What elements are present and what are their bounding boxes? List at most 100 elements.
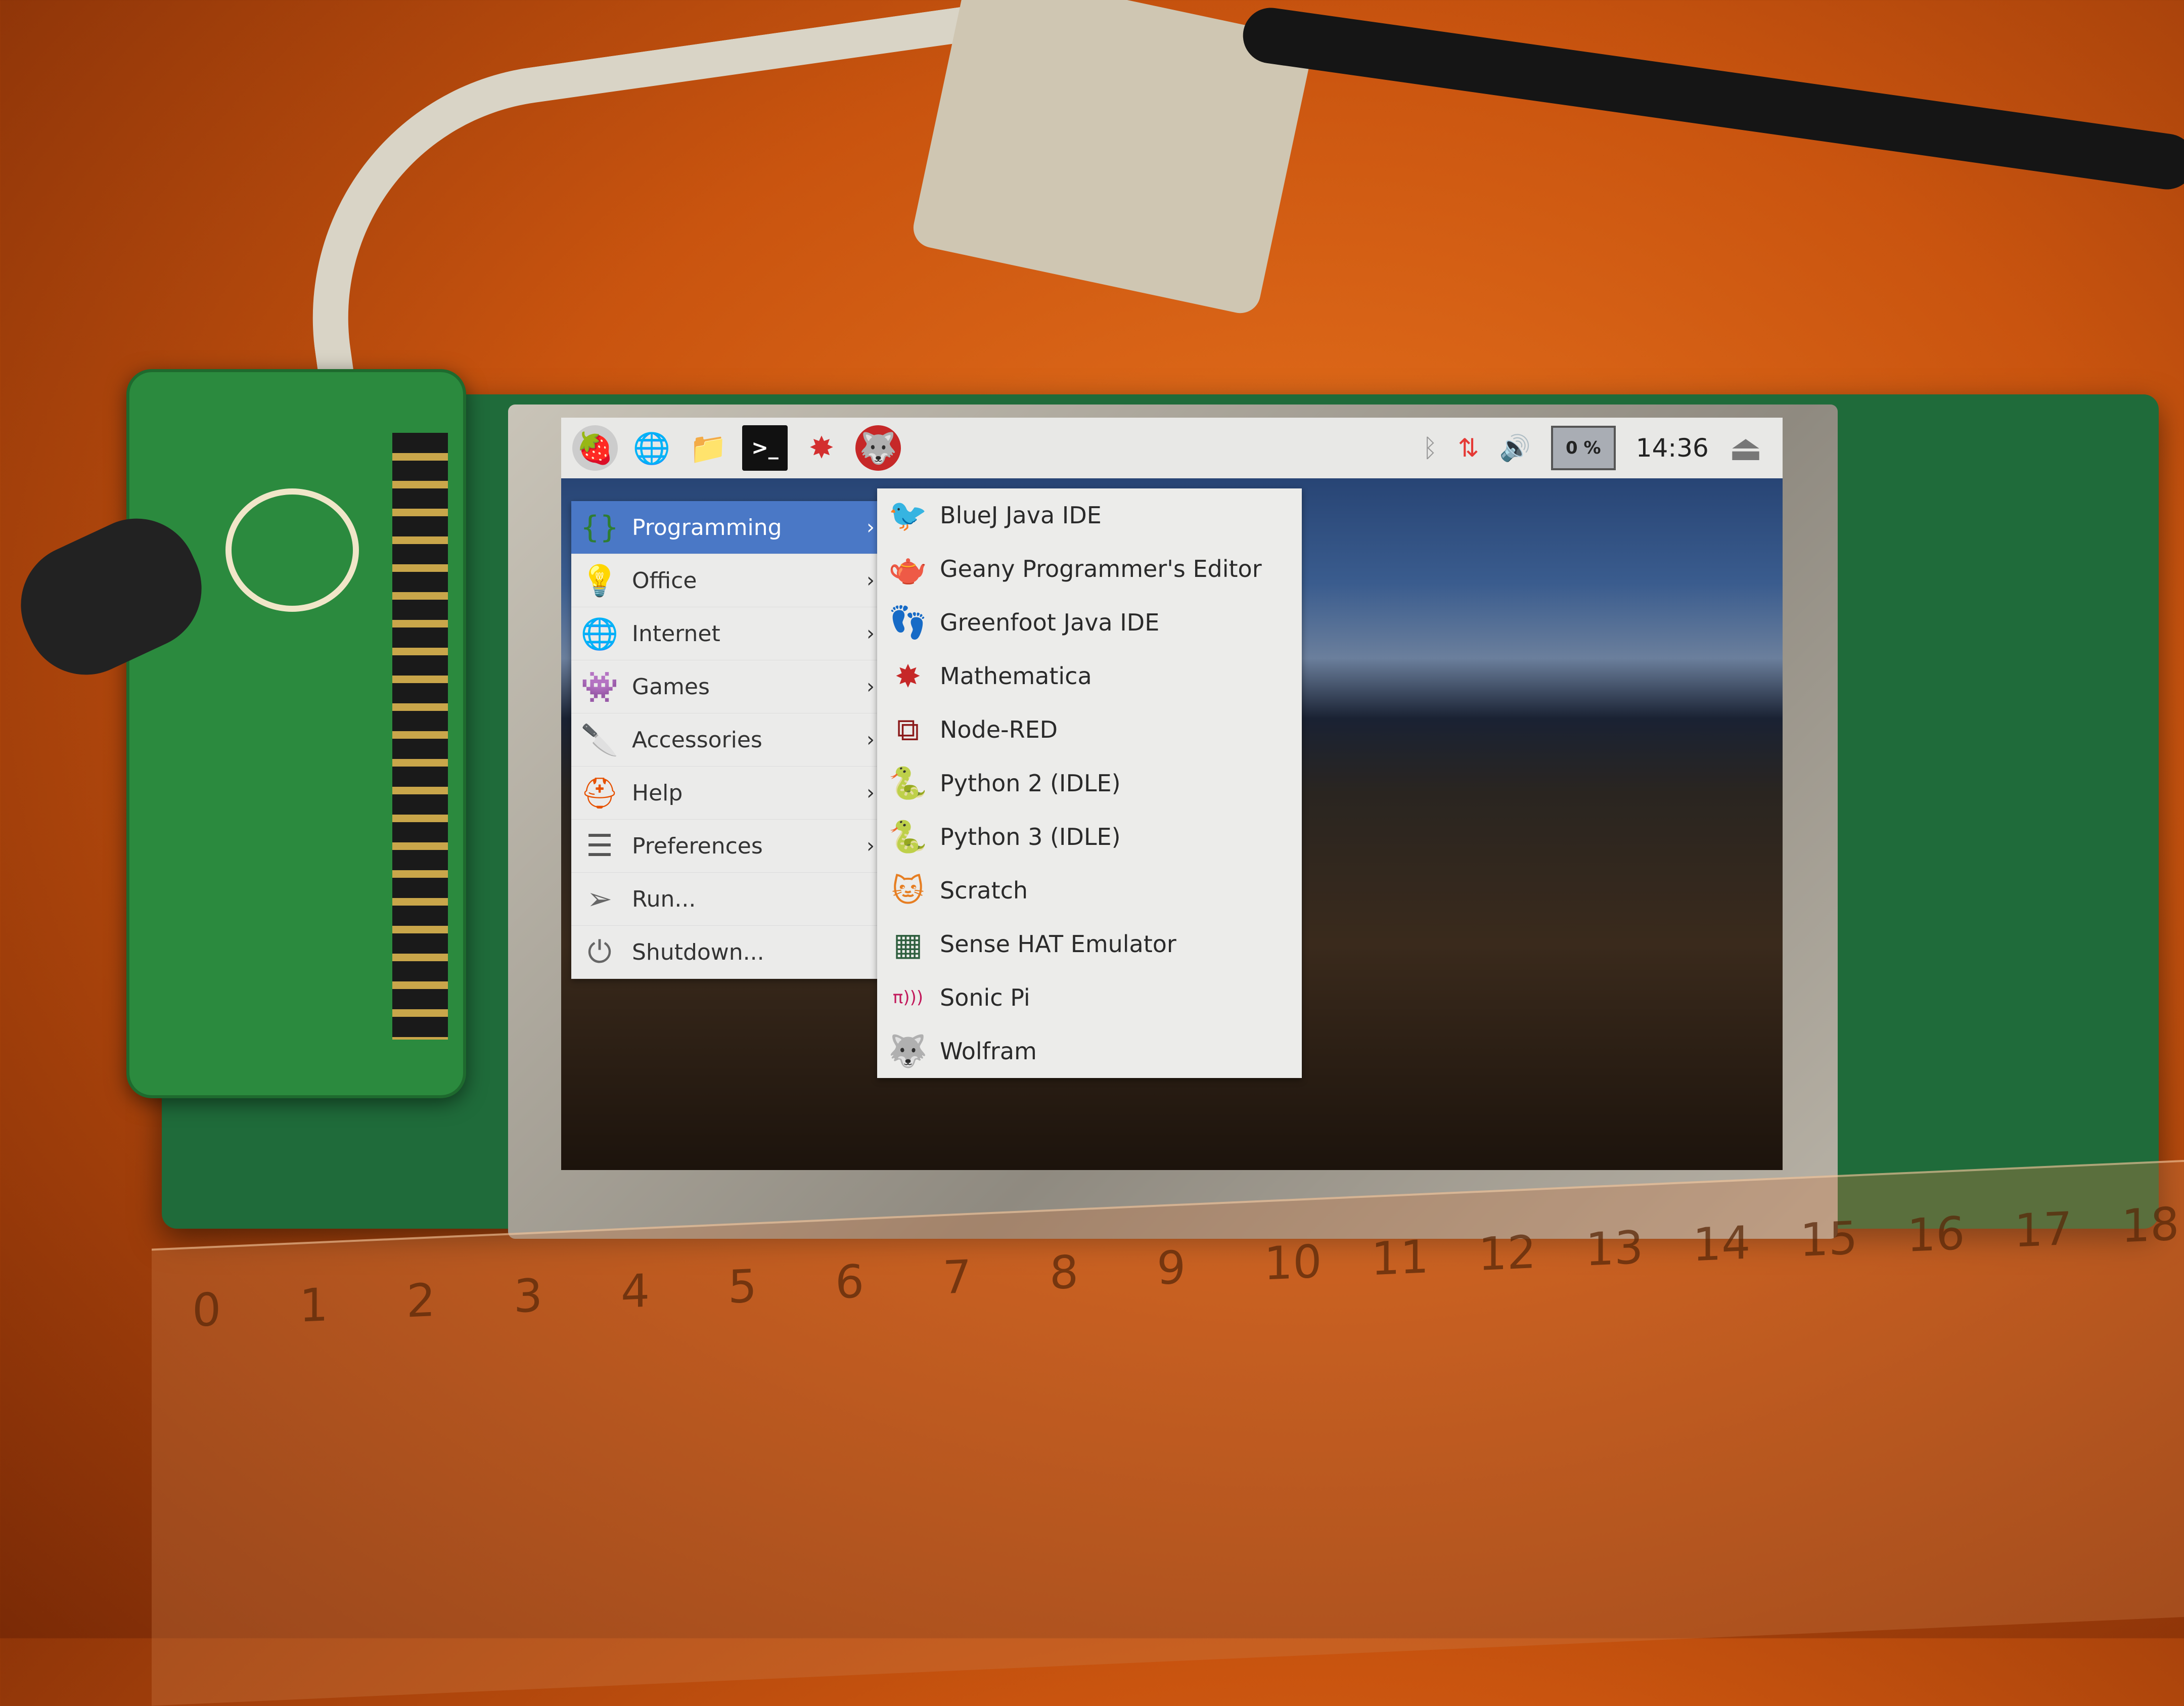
menu-item-label: Preferences — [632, 833, 763, 859]
mathematica-icon[interactable]: ✸ — [799, 425, 844, 471]
submenu-item-label: Wolfram — [940, 1038, 1037, 1065]
sonic-pi-icon: π))) — [892, 987, 924, 1008]
lcd-screen: 🍓 🌐 📁 >_ ✸ 🐺 ᛒ ⇅ 🔊 0 % 14:36 ⏏ {} Program… — [561, 418, 1783, 1170]
submenu-item-label: Python 2 (IDLE) — [940, 770, 1121, 797]
menu-item-accessories[interactable]: 🔪 Accessories › — [571, 713, 885, 767]
submenu-item-label: Node-RED — [940, 716, 1058, 743]
submenu-item-label: Mathematica — [940, 662, 1092, 690]
bluej-icon: 🐦 — [888, 497, 928, 533]
programming-submenu: 🐦 BlueJ Java IDE 🫖 Geany Programmer's Edito… — [877, 488, 1302, 1078]
submenu-item[interactable]: 👣 Greenfoot Java IDE — [877, 596, 1302, 649]
network-disconnected-icon[interactable]: ⇅ — [1458, 433, 1479, 463]
web-browser-icon[interactable]: 🌐 — [629, 425, 674, 471]
menu-item-run[interactable]: ➢ Run... — [571, 873, 885, 926]
menu-item-programming[interactable]: {} Programming › — [571, 501, 885, 554]
black-cable — [1239, 4, 2184, 193]
chevron-right-icon: › — [867, 569, 875, 592]
ruler-tick-label: 7 — [942, 1250, 972, 1305]
submenu-item[interactable]: 🐍 Python 3 (IDLE) — [877, 810, 1302, 864]
scratch-cat-icon: 🐱 — [891, 872, 925, 909]
ruler-tick-label: 15 — [1800, 1211, 1858, 1268]
globe-icon: 🌐 — [580, 616, 619, 652]
menu-item-label: Internet — [632, 620, 720, 647]
menu-item-label: Help — [632, 780, 683, 806]
menu-item-label: Run... — [632, 886, 696, 912]
submenu-item[interactable]: π))) Sonic Pi — [877, 971, 1302, 1024]
ruler-tick-label: 16 — [1907, 1206, 1965, 1263]
ruler-tick-label: 9 — [1157, 1241, 1186, 1295]
main-menu: {} Programming › 💡 Office › 🌐 Internet › 👾 Games › 🔪… — [571, 501, 885, 979]
submenu-item-label: Scratch — [940, 877, 1028, 904]
lifebuoy-icon: ⛑ — [580, 775, 619, 811]
clock[interactable]: 14:36 — [1636, 433, 1709, 463]
chevron-right-icon: › — [867, 781, 875, 804]
menu-item-preferences[interactable]: ☰ Preferences › — [571, 820, 885, 873]
volume-icon[interactable]: 🔊 — [1499, 433, 1531, 463]
office-lamp-icon: 💡 — [580, 563, 619, 599]
cpu-monitor: 0 % — [1551, 426, 1616, 470]
menu-item-label: Shutdown... — [632, 939, 764, 965]
submenu-item-label: Sense HAT Emulator — [940, 930, 1176, 958]
bluetooth-icon[interactable]: ᛒ — [1423, 433, 1438, 463]
raspberry-menu-icon[interactable]: 🍓 — [572, 425, 618, 471]
ruler-tick-label: 14 — [1693, 1216, 1751, 1272]
python-icon: 🐍 — [888, 818, 928, 855]
submenu-item[interactable]: ✸ Mathematica — [877, 649, 1302, 703]
chevron-right-icon: › — [867, 516, 875, 539]
submenu-item-label: Python 3 (IDLE) — [940, 823, 1121, 850]
menu-item-shutdown[interactable]: ⏻ Shutdown... — [571, 926, 885, 979]
ruler-tick-label: 6 — [835, 1254, 864, 1310]
submenu-item-label: BlueJ Java IDE — [940, 502, 1102, 529]
ruler-tick-label: 5 — [728, 1260, 757, 1314]
raspberry-pi-zero-board — [126, 369, 466, 1098]
taskbar: 🍓 🌐 📁 >_ ✸ 🐺 ᛒ ⇅ 🔊 0 % 14:36 ⏏ — [561, 418, 1783, 478]
ruler-tick-label: 11 — [1371, 1230, 1429, 1286]
wolfram-icon: 🐺 — [888, 1032, 928, 1069]
preferences-icon: ☰ — [586, 828, 613, 864]
geany-teapot-icon: 🫖 — [888, 550, 928, 587]
ruler-tick-label: 1 — [299, 1278, 329, 1333]
submenu-item-label: Greenfoot Java IDE — [940, 609, 1160, 636]
eject-icon[interactable]: ⏏ — [1729, 427, 1762, 469]
submenu-item-label: Sonic Pi — [940, 984, 1030, 1011]
chevron-right-icon: › — [867, 728, 875, 751]
menu-item-games[interactable]: 👾 Games › — [571, 660, 885, 713]
submenu-item[interactable]: 🫖 Geany Programmer's Editor — [877, 542, 1302, 596]
ruler-tick-label: 8 — [1050, 1245, 1079, 1300]
menu-item-help[interactable]: ⛑ Help › — [571, 767, 885, 820]
submenu-item[interactable]: 🐍 Python 2 (IDLE) — [877, 756, 1302, 810]
menu-item-internet[interactable]: 🌐 Internet › — [571, 607, 885, 660]
chevron-right-icon: › — [867, 622, 875, 645]
greenfoot-icon: 👣 — [888, 604, 928, 641]
submenu-item-label: Geany Programmer's Editor — [940, 555, 1262, 582]
power-icon: ⏻ — [587, 934, 612, 970]
submenu-item[interactable]: 🐱 Scratch — [877, 864, 1302, 917]
ruler-tick-label: 18 — [2121, 1197, 2179, 1253]
submenu-item[interactable]: ⧉ Node-RED — [877, 703, 1302, 756]
node-red-icon: ⧉ — [896, 711, 920, 748]
menu-item-label: Programming — [632, 514, 782, 541]
ruler: 0 1 2 3 4 5 6 7 8 9 10 11 12 13 14 15 16 17 18 — [152, 1158, 2184, 1706]
submenu-item[interactable]: 🐺 Wolfram — [877, 1024, 1302, 1078]
file-manager-icon[interactable]: 📁 — [686, 425, 731, 471]
ruler-tick-label: 12 — [1478, 1225, 1536, 1281]
submenu-item[interactable]: 🐦 BlueJ Java IDE — [877, 488, 1302, 542]
chevron-right-icon: › — [867, 675, 875, 698]
gpio-header — [392, 433, 448, 1040]
menu-item-label: Games — [632, 674, 710, 700]
ruler-tick-label: 3 — [514, 1269, 543, 1324]
wolfram-icon[interactable]: 🐺 — [855, 425, 901, 471]
raspberry-logo — [225, 488, 359, 612]
system-tray: ᛒ ⇅ 🔊 0 % 14:36 ⏏ — [1423, 423, 1762, 473]
ruler-tick-label: 0 — [192, 1283, 221, 1338]
chevron-right-icon: › — [867, 834, 875, 858]
ruler-tick-label: 2 — [406, 1273, 436, 1328]
ruler-tick-label: 10 — [1264, 1235, 1322, 1291]
menu-item-label: Office — [632, 567, 697, 594]
terminal-icon[interactable]: >_ — [742, 425, 788, 471]
menu-item-office[interactable]: 💡 Office › — [571, 554, 885, 607]
mathematica-icon: ✸ — [895, 657, 921, 695]
submenu-item[interactable]: ▦ Sense HAT Emulator — [877, 917, 1302, 971]
python-icon: 🐍 — [888, 765, 928, 801]
space-invader-icon: 👾 — [580, 669, 619, 705]
